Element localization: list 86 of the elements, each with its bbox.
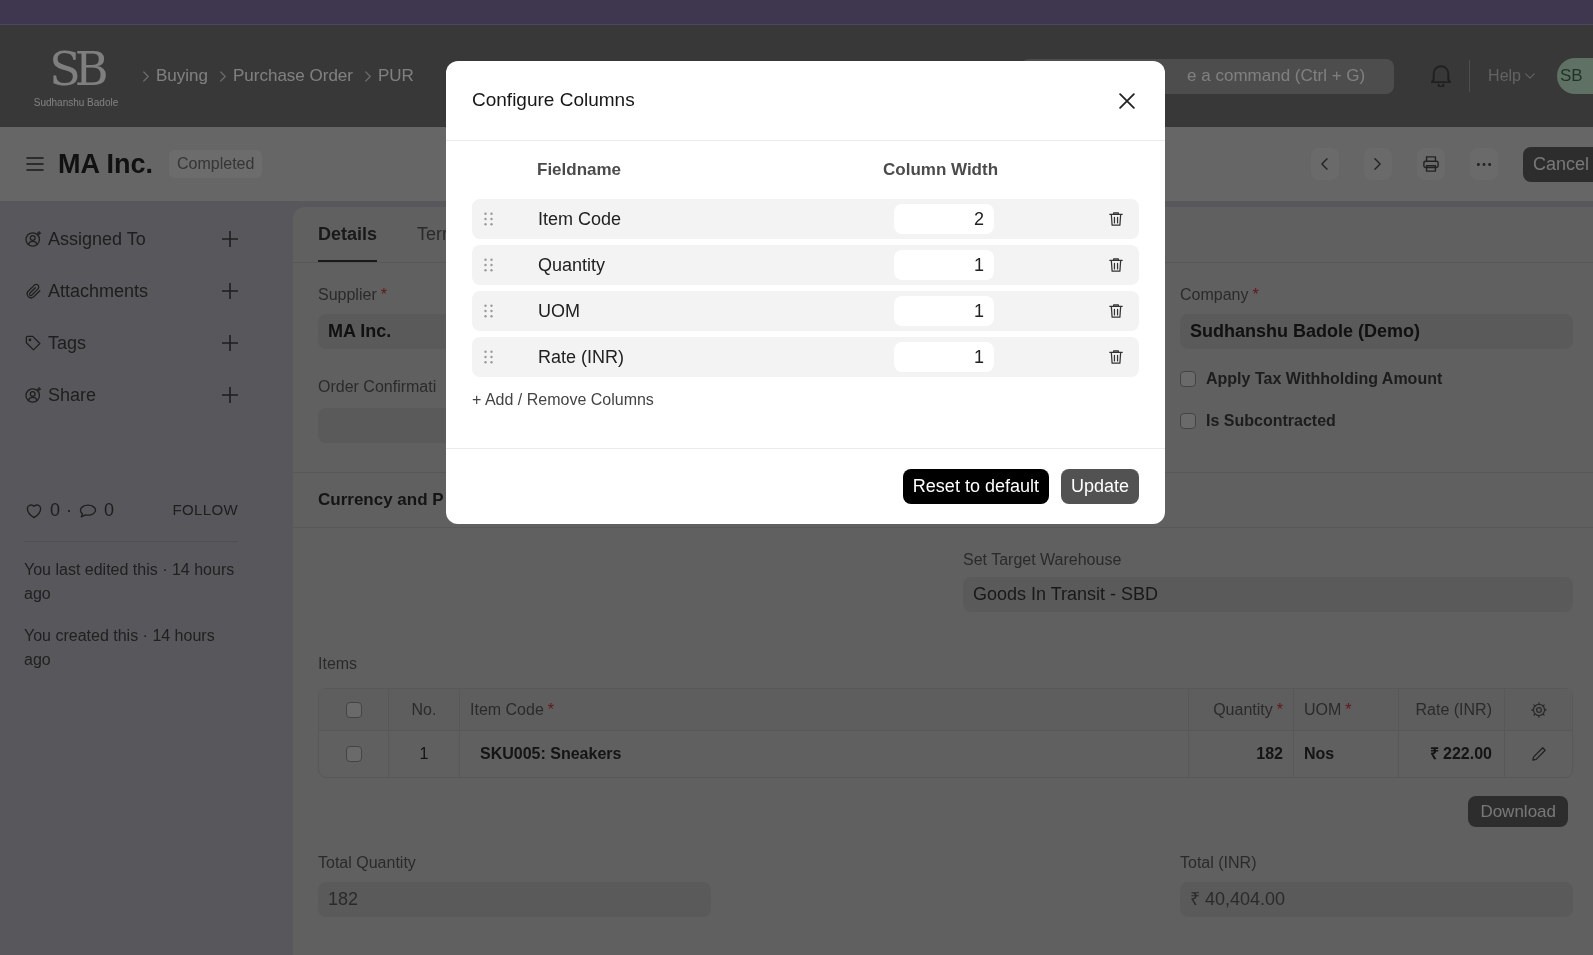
input-field[interactable]: Sudhanshu Badole (Demo) <box>1180 314 1573 349</box>
dialog-button[interactable]: Update <box>1060 469 1139 504</box>
checkbox-label: Apply Tax Withholding Amount <box>1206 369 1443 389</box>
breadcrumb-link[interactable]: PUR <box>378 63 414 89</box>
drag-handle-icon[interactable] <box>484 350 493 364</box>
required-mark: * <box>380 286 387 303</box>
trash-icon[interactable] <box>1109 303 1123 319</box>
pencil-icon[interactable] <box>1531 747 1546 761</box>
like-count: 0 <box>50 499 60 522</box>
close-icon[interactable] <box>1119 92 1135 109</box>
width-input[interactable]: 2 <box>894 204 994 234</box>
table-cell: 182 <box>1189 731 1294 777</box>
tag-icon <box>24 333 43 353</box>
table-cell: SKU005: Sneakers <box>460 731 1189 777</box>
width-input[interactable]: 1 <box>894 250 994 280</box>
checkbox[interactable] <box>345 746 362 762</box>
logo-mark: SB <box>49 42 103 95</box>
plus-icon[interactable] <box>222 387 238 403</box>
chevron-right-icon <box>143 70 149 82</box>
plus-icon[interactable] <box>222 231 238 247</box>
required-mark: * <box>1276 699 1283 720</box>
drag-handle-icon[interactable] <box>484 258 493 272</box>
checkbox[interactable] <box>345 701 362 718</box>
column-header: Fieldname <box>537 160 622 180</box>
sidebar-link[interactable]: Tags <box>48 329 222 357</box>
column-name: Item Code <box>538 207 623 231</box>
cancel-button[interactable]: Cancel <box>1522 146 1593 182</box>
checkbox-label: Is Subcontracted <box>1206 411 1336 431</box>
activity-text: You created this · 14 hours ago <box>24 626 216 670</box>
breadcrumb-link[interactable]: Purchase Order <box>233 63 353 89</box>
chevron-left-icon <box>1321 158 1329 170</box>
follow-link[interactable]: FOLLOW <box>172 499 238 522</box>
width-input[interactable]: 1 <box>894 342 994 372</box>
sidebar-link[interactable]: Assigned To <box>48 225 222 253</box>
table-cell: 1 <box>389 731 460 777</box>
more-icon <box>1476 162 1491 166</box>
next-button[interactable] <box>1363 148 1392 180</box>
page-title: MA Inc. <box>58 147 153 181</box>
plus-icon[interactable] <box>222 283 238 299</box>
required-mark: * <box>1345 699 1352 720</box>
dialog-button[interactable]: Reset to default <box>902 469 1049 504</box>
table-cell: ₹ 222.00 <box>1399 731 1505 777</box>
plus-icon[interactable] <box>222 335 238 351</box>
gear-icon[interactable] <box>1530 701 1547 718</box>
printer-icon <box>1422 156 1439 172</box>
paperclip-icon <box>24 281 43 301</box>
chevron-right-icon <box>365 70 371 82</box>
chevron-right-icon <box>1374 158 1382 170</box>
separator-dot: · <box>66 499 72 522</box>
breadcrumb-link[interactable]: Buying <box>156 63 208 89</box>
trash-icon[interactable] <box>1109 257 1123 273</box>
sidebar-link[interactable]: Attachments <box>48 277 222 305</box>
bell-icon[interactable] <box>1431 65 1452 87</box>
chevron-down-icon <box>1525 73 1535 79</box>
checkbox[interactable] <box>1180 413 1196 429</box>
column-header: Column Width <box>883 159 999 182</box>
column-name: Quantity <box>538 253 607 277</box>
section-title: Currency and P <box>318 489 444 512</box>
add-remove-columns-link[interactable]: + Add / Remove Columns <box>472 388 654 412</box>
comment-count: 0 <box>104 499 115 522</box>
checkbox[interactable] <box>1180 371 1196 387</box>
more-button[interactable] <box>1469 148 1498 180</box>
drag-handle-icon[interactable] <box>484 304 493 318</box>
menu-icon[interactable] <box>26 156 44 172</box>
user-plus-icon <box>24 385 43 405</box>
trash-icon[interactable] <box>1109 349 1123 365</box>
column-name: Rate (INR) <box>538 345 625 369</box>
required-mark: * <box>547 699 555 720</box>
download-button[interactable]: Download <box>1468 796 1568 827</box>
input-field[interactable]: Goods In Transit - SBD <box>963 577 1573 612</box>
print-button[interactable] <box>1416 148 1445 180</box>
sidebar-link[interactable]: Share <box>48 381 222 409</box>
form-tab[interactable]: Details <box>318 221 378 262</box>
chevron-right-icon <box>220 70 226 82</box>
avatar[interactable]: SB <box>1557 58 1593 94</box>
previous-button[interactable] <box>1310 148 1339 180</box>
logo-caption: Sudhanshu Badole <box>33 95 119 110</box>
required-mark: * <box>1252 286 1259 303</box>
dialog-title: Configure Columns <box>472 88 635 113</box>
activity-text: You last edited this · 14 hours ago <box>24 560 236 604</box>
trash-icon[interactable] <box>1109 211 1123 227</box>
user-plus-icon <box>24 229 43 249</box>
column-name: UOM <box>538 299 581 323</box>
drag-handle-icon[interactable] <box>484 212 493 226</box>
table-cell: Nos <box>1294 731 1399 777</box>
width-input[interactable]: 1 <box>894 296 994 326</box>
